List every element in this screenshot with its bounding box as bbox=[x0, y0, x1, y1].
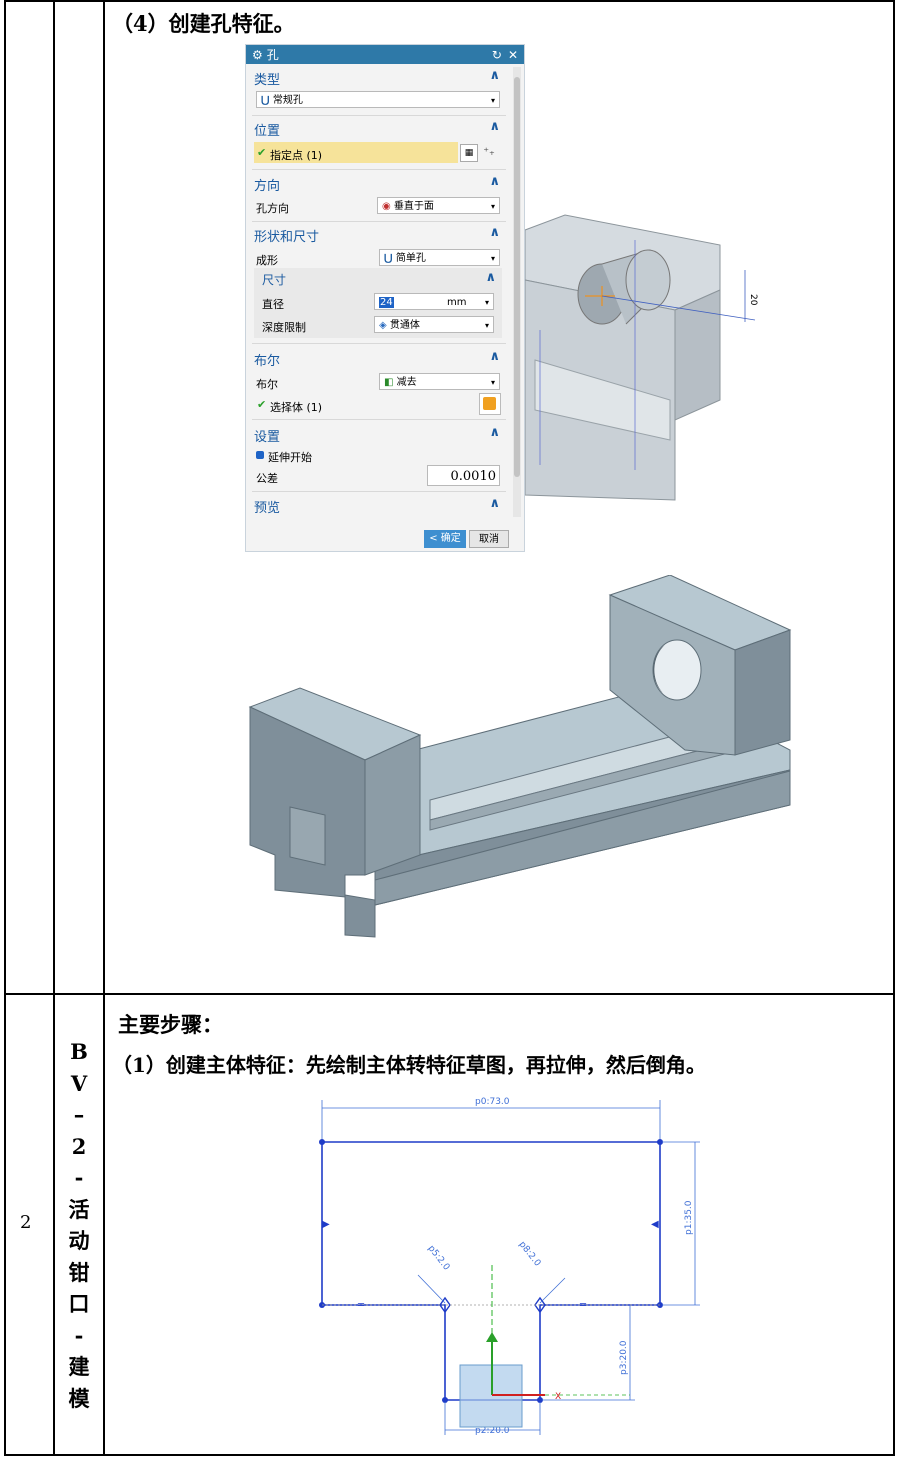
through-body-icon: ◈ bbox=[379, 320, 390, 331]
check-icon: ✔ bbox=[257, 398, 267, 411]
diameter-input[interactable]: 24 mm ▾ bbox=[374, 293, 494, 310]
collapse-preview-icon[interactable]: ∧ bbox=[489, 496, 500, 511]
simple-hole-icon: ⋃ bbox=[384, 253, 396, 264]
section-position-header[interactable]: 位置 bbox=[254, 120, 280, 139]
section-type-header[interactable]: 类型 bbox=[254, 69, 280, 88]
section-settings-header[interactable]: 设置 bbox=[254, 426, 280, 445]
collapse-dims-icon[interactable]: ∧ bbox=[485, 270, 496, 285]
dialog-scrollbar[interactable] bbox=[513, 67, 521, 517]
collapse-boolean-icon[interactable]: ∧ bbox=[489, 349, 500, 364]
gear-icon[interactable]: ⚙ bbox=[252, 48, 263, 62]
dim-p5: p5:2.0 bbox=[426, 1244, 452, 1273]
table-border-top bbox=[4, 0, 895, 2]
dims-subheader[interactable]: 尺寸 bbox=[262, 271, 286, 288]
depth-limit-label: 深度限制 bbox=[262, 321, 306, 334]
point-dialog-button[interactable]: ⁺₊ bbox=[479, 142, 499, 162]
section-boolean-header[interactable]: 布尔 bbox=[254, 350, 280, 369]
depth-limit-select[interactable]: ◈ 贯通体 ▾ bbox=[374, 316, 494, 333]
dialog-titlebar: ⚙ 孔 ↻ ✕ bbox=[246, 45, 524, 64]
close-icon[interactable]: ✕ bbox=[508, 48, 518, 62]
diameter-unit: mm bbox=[447, 297, 467, 308]
collapse-shape-icon[interactable]: ∧ bbox=[489, 225, 500, 240]
check-icon: ✔ bbox=[257, 146, 267, 159]
cancel-button[interactable]: 取消 bbox=[469, 530, 509, 548]
boolean-label: 布尔 bbox=[256, 378, 278, 391]
row-title-vertical: B V – 2 - 活 动 钳 口 - 建 模 bbox=[68, 1039, 90, 1411]
form-select[interactable]: ⋃ 简单孔 ▾ bbox=[379, 249, 500, 266]
dialog-title: 孔 bbox=[266, 48, 279, 62]
reset-icon[interactable]: ↻ bbox=[492, 48, 502, 62]
sketch-point-button[interactable]: ▦ bbox=[460, 144, 478, 162]
vise-jaw-model bbox=[248, 575, 792, 938]
tolerance-label: 公差 bbox=[256, 472, 278, 485]
section-shape-header[interactable]: 形状和尺寸 bbox=[254, 226, 319, 245]
equal-constraint-icon: ═ bbox=[579, 1300, 587, 1311]
select-body-button[interactable] bbox=[479, 393, 501, 415]
hole-dialog: ⚙ 孔 ↻ ✕ 类型 ∧ ⋃ 常规孔 ▾ 位置 ∧ ✔ 指定点 (1) ▦ ⁺₊ … bbox=[245, 44, 525, 552]
equal-constraint-icon: ═ bbox=[357, 1300, 365, 1311]
collapse-direction-icon[interactable]: ∧ bbox=[489, 174, 500, 189]
main-steps-heading: 主要步骤： bbox=[118, 1012, 223, 1037]
specify-point-label: 指定点 (1) bbox=[270, 149, 323, 162]
dim-p3: p3:20.0 bbox=[619, 1340, 629, 1375]
cube-icon bbox=[483, 397, 496, 410]
table-row-divider bbox=[4, 993, 895, 995]
table-border-right bbox=[893, 0, 895, 1456]
extend-start-label: 延伸开始 bbox=[268, 451, 312, 464]
collapse-settings-icon[interactable]: ∧ bbox=[489, 425, 500, 440]
hole-direction-select[interactable]: ◉ 垂直于面 ▾ bbox=[377, 197, 500, 214]
constraint-icon: ▶ bbox=[322, 1219, 330, 1230]
tolerance-input[interactable]: 0.0010 bbox=[427, 465, 500, 486]
table-col-divider-2 bbox=[103, 0, 105, 1456]
step1-text: （1）创建主体特征：先绘制主体转特征草图，再拉伸，然后倒角。 bbox=[112, 1053, 706, 1077]
table-border-left bbox=[4, 0, 6, 1456]
hole-type-select[interactable]: ⋃ 常规孔 ▾ bbox=[256, 91, 500, 108]
section-direction-header[interactable]: 方向 bbox=[254, 175, 280, 194]
select-body-label: 选择体 (1) bbox=[270, 401, 323, 414]
hole-preview-model: 20 bbox=[524, 214, 758, 501]
dim-p8: p8:2.0 bbox=[517, 1240, 543, 1269]
diameter-label: 直径 bbox=[262, 298, 284, 311]
section-preview-header[interactable]: 预览 bbox=[254, 497, 280, 516]
dim-p1: p1:35.0 bbox=[684, 1200, 694, 1235]
step-heading: （4）创建孔特征。 bbox=[112, 11, 295, 36]
constraint-icon: ◀ bbox=[651, 1219, 659, 1230]
table-border-bottom bbox=[4, 1454, 895, 1456]
ok-button[interactable]: < 确定 > bbox=[424, 530, 466, 548]
normal-face-icon: ◉ bbox=[382, 201, 394, 212]
row-number: 2 bbox=[20, 1212, 32, 1233]
hole-direction-label: 孔方向 bbox=[256, 202, 289, 215]
boolean-select[interactable]: ◧ 减去 ▾ bbox=[379, 373, 500, 390]
dim-p0: p0:73.0 bbox=[475, 1097, 510, 1107]
subtract-icon: ◧ bbox=[384, 377, 397, 388]
hole-type-icon: ⋃ bbox=[261, 95, 273, 106]
table-col-divider-1 bbox=[53, 0, 55, 1456]
collapse-type-icon[interactable]: ∧ bbox=[489, 68, 500, 83]
extend-start-checkbox[interactable] bbox=[256, 451, 264, 459]
main-body-sketch: p0:73.0 p1:35.0 p3:20.0 p2:20.0 p5:2.0 p… bbox=[319, 1097, 700, 1436]
collapse-position-icon[interactable]: ∧ bbox=[489, 119, 500, 134]
dim-20-label: 20 bbox=[748, 294, 758, 306]
form-label: 成形 bbox=[256, 254, 278, 267]
x-axis-label: X bbox=[555, 1392, 561, 1402]
